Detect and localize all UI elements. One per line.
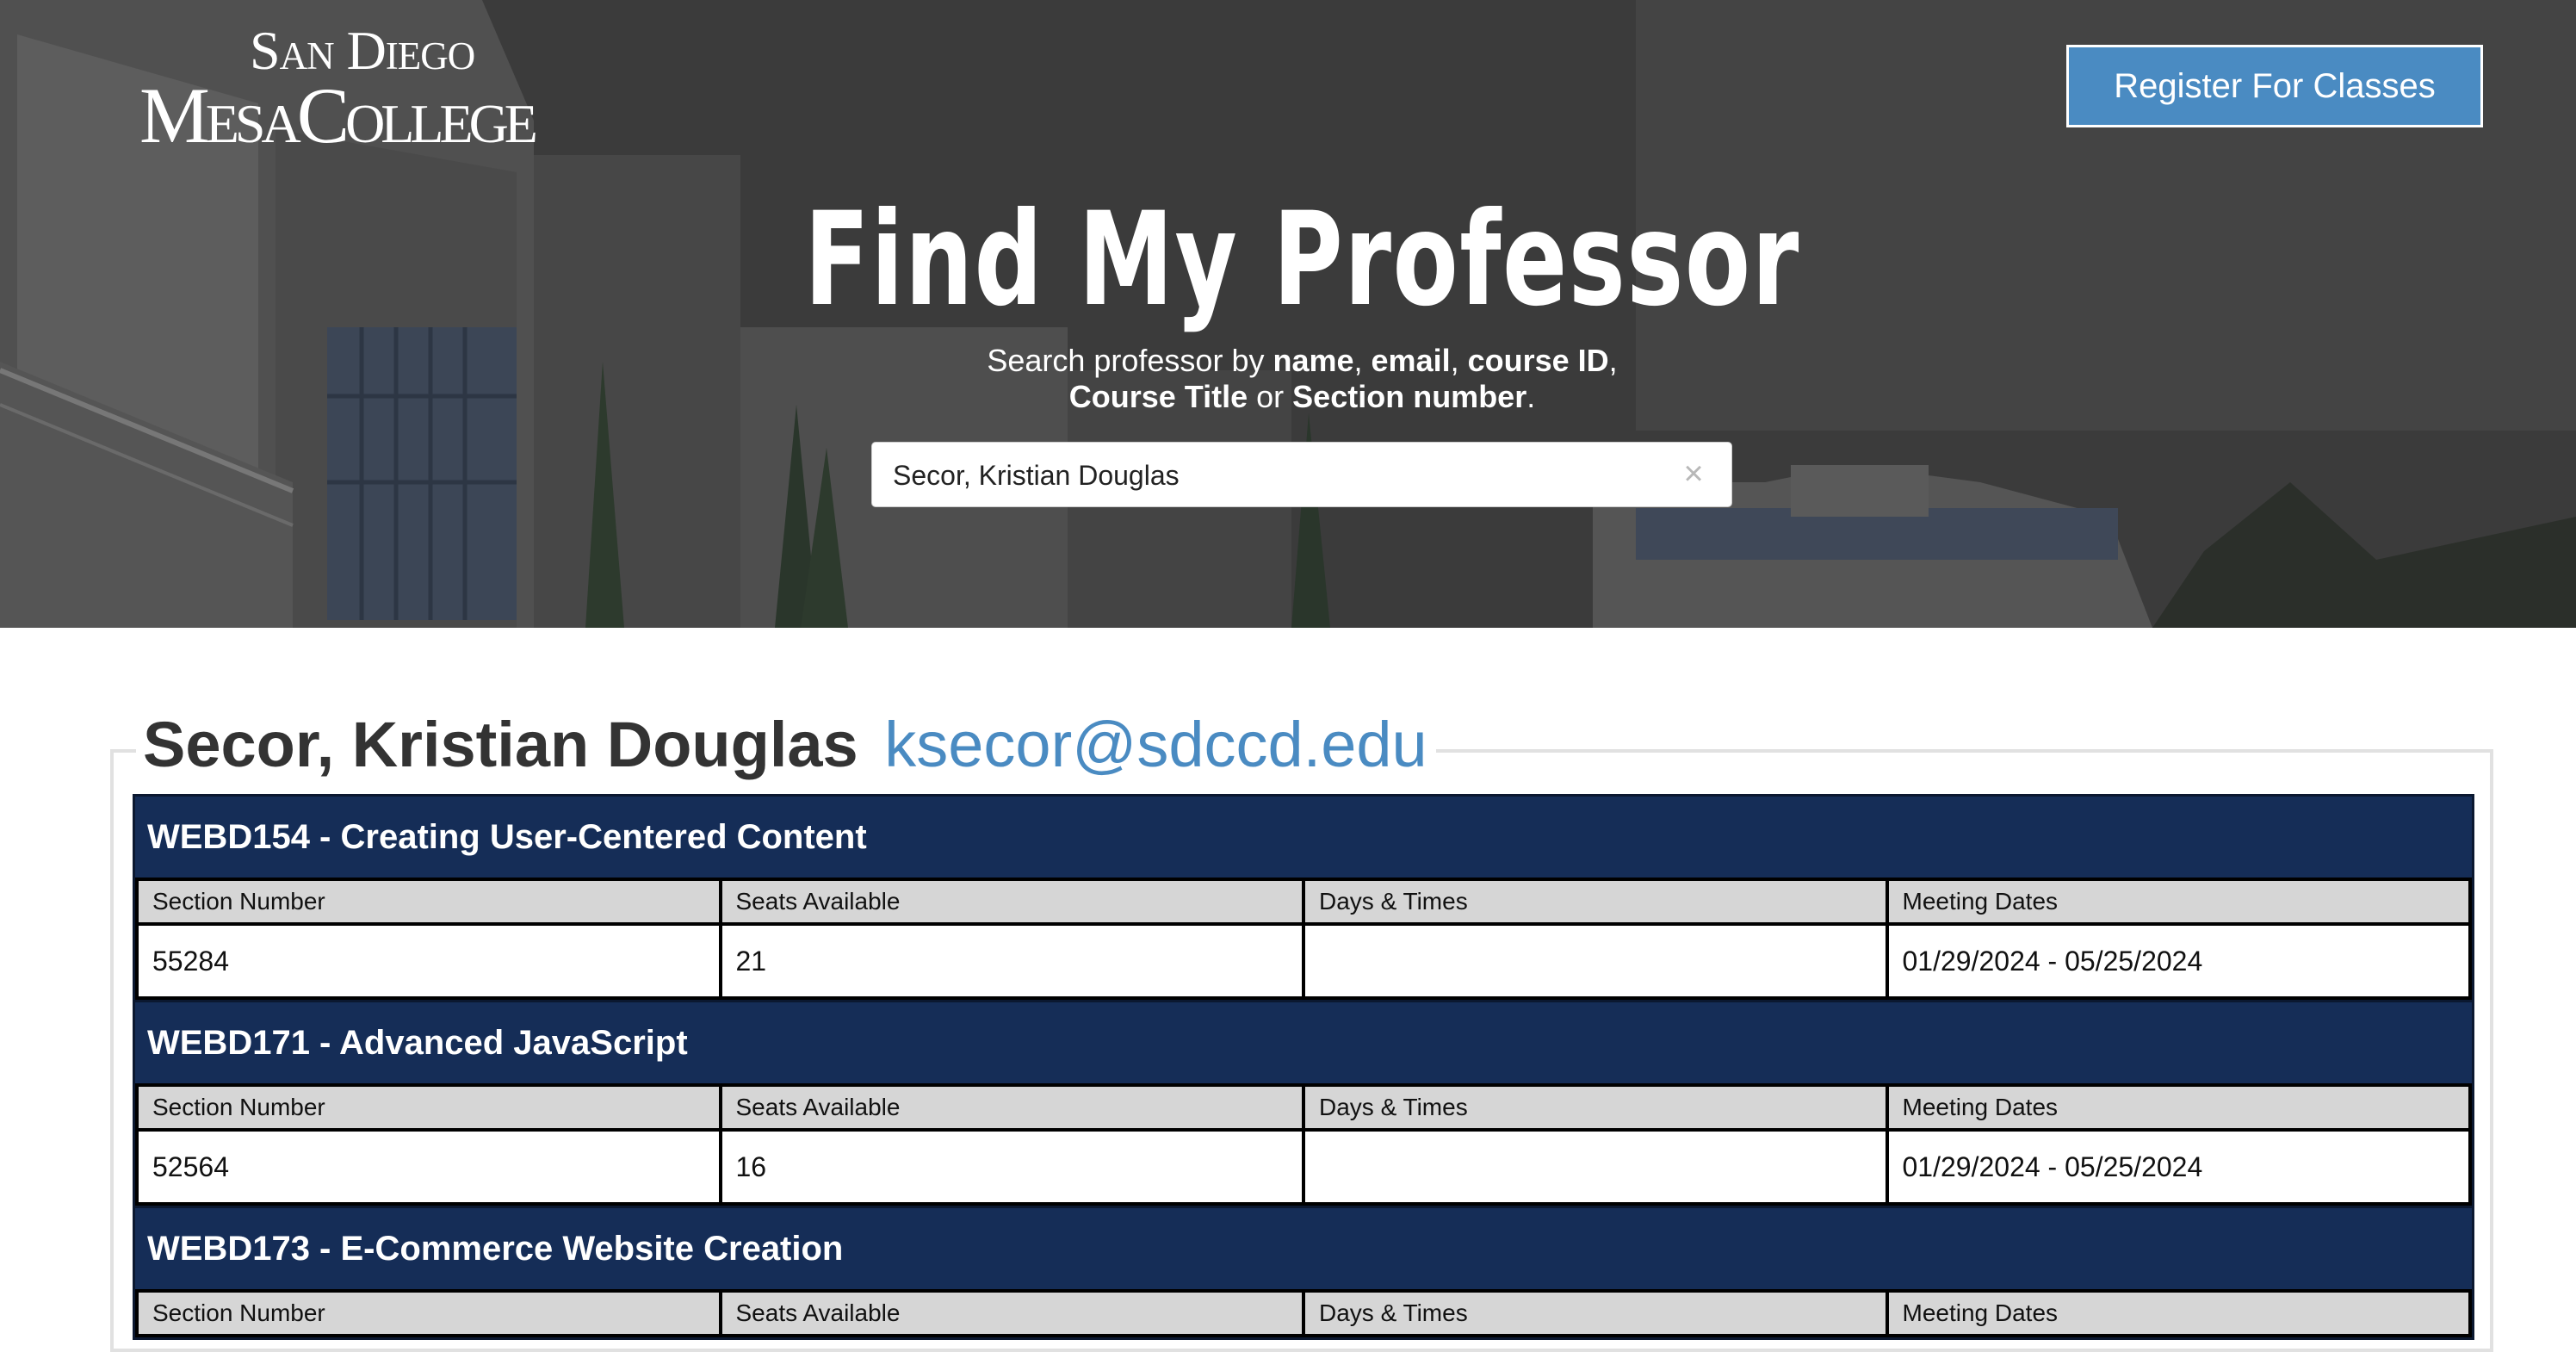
table-header-row: Section Number Seats Available Days & Ti…	[135, 1289, 2472, 1337]
instructions-sep: ,	[1608, 343, 1618, 378]
table-header-row: Section Number Seats Available Days & Ti…	[135, 1083, 2472, 1132]
clear-search-icon[interactable]: ×	[1675, 455, 1712, 493]
days-times-cell	[1302, 1128, 1889, 1206]
course-title: WEBD173 - E-Commerce Website Creation	[147, 1230, 844, 1268]
section-number-cell: 52564	[135, 1128, 722, 1206]
instructions-course-title: Course Title	[1068, 379, 1248, 414]
course-sections-table: Section Number Seats Available Days & Ti…	[135, 878, 2472, 1000]
instructions-email: email	[1371, 343, 1451, 378]
meeting-dates-cell: 01/29/2024 - 05/25/2024	[1885, 1128, 2472, 1206]
professor-heading: Secor, Kristian Douglas ksecor@sdccd.edu	[136, 708, 1436, 782]
column-header-meeting-dates: Meeting Dates	[1885, 1083, 2472, 1132]
column-header-days-times: Days & Times	[1302, 1289, 1889, 1337]
course-block: WEBD154 - Creating User-Centered Content…	[133, 794, 2474, 1002]
professor-results: Secor, Kristian Douglas ksecor@sdccd.edu…	[110, 708, 2493, 1352]
professor-name: Secor, Kristian Douglas	[143, 709, 858, 780]
meeting-dates-cell: 01/29/2024 - 05/25/2024	[1885, 922, 2472, 1000]
instructions-period: .	[1526, 379, 1536, 414]
column-header-meeting-dates: Meeting Dates	[1885, 878, 2472, 926]
instructions-sep: ,	[1353, 343, 1372, 378]
instructions-sep: ,	[1450, 343, 1468, 378]
column-header-seats-available: Seats Available	[718, 1289, 1305, 1337]
column-header-section-number: Section Number	[135, 1083, 722, 1132]
seats-available-cell: 16	[718, 1128, 1305, 1206]
section-number-cell: 55284	[135, 922, 722, 1000]
days-times-cell	[1302, 922, 1889, 1000]
instructions-section-number: Section number	[1292, 379, 1527, 414]
seats-available-cell: 21	[718, 922, 1305, 1000]
table-row: 52564 16 01/29/2024 - 05/25/2024	[135, 1128, 2472, 1206]
column-header-days-times: Days & Times	[1302, 878, 1889, 926]
register-for-classes-button[interactable]: Register For Classes	[2066, 45, 2483, 127]
page-title: Find My Professor	[804, 185, 1800, 335]
course-title: WEBD171 - Advanced JavaScript	[147, 1024, 688, 1062]
search-instructions: Search professor by name, email, course …	[0, 343, 2576, 415]
mesa-college-logo[interactable]: San Diego MesaCollege	[139, 21, 570, 159]
column-header-days-times: Days & Times	[1302, 1083, 1889, 1132]
professor-email-link[interactable]: ksecor@sdccd.edu	[884, 709, 1427, 780]
professor-search-input[interactable]	[891, 443, 1669, 508]
table-row: 55284 21 01/29/2024 - 05/25/2024	[135, 922, 2472, 1000]
instructions-text: Search professor by	[987, 343, 1273, 378]
logo-line-2: MesaCollege	[139, 71, 538, 159]
table-header-row: Section Number Seats Available Days & Ti…	[135, 878, 2472, 926]
instructions-course-id: course ID	[1467, 343, 1609, 378]
instructions-or: or	[1248, 379, 1293, 414]
course-block: WEBD173 - E-Commerce Website Creation Se…	[133, 1206, 2474, 1340]
column-header-seats-available: Seats Available	[718, 878, 1305, 926]
column-header-meeting-dates: Meeting Dates	[1885, 1289, 2472, 1337]
course-sections-table: Section Number Seats Available Days & Ti…	[135, 1289, 2472, 1337]
hero-banner: San Diego MesaCollege Register For Class…	[0, 0, 2576, 628]
course-title: WEBD154 - Creating User-Centered Content	[147, 818, 867, 856]
column-header-section-number: Section Number	[135, 878, 722, 926]
column-header-seats-available: Seats Available	[718, 1083, 1305, 1132]
course-sections-table: Section Number Seats Available Days & Ti…	[135, 1083, 2472, 1206]
instructions-name: name	[1273, 343, 1354, 378]
column-header-section-number: Section Number	[135, 1289, 722, 1337]
course-block: WEBD171 - Advanced JavaScript Section Nu…	[133, 1000, 2474, 1208]
professor-search-box[interactable]: ×	[871, 442, 1732, 508]
